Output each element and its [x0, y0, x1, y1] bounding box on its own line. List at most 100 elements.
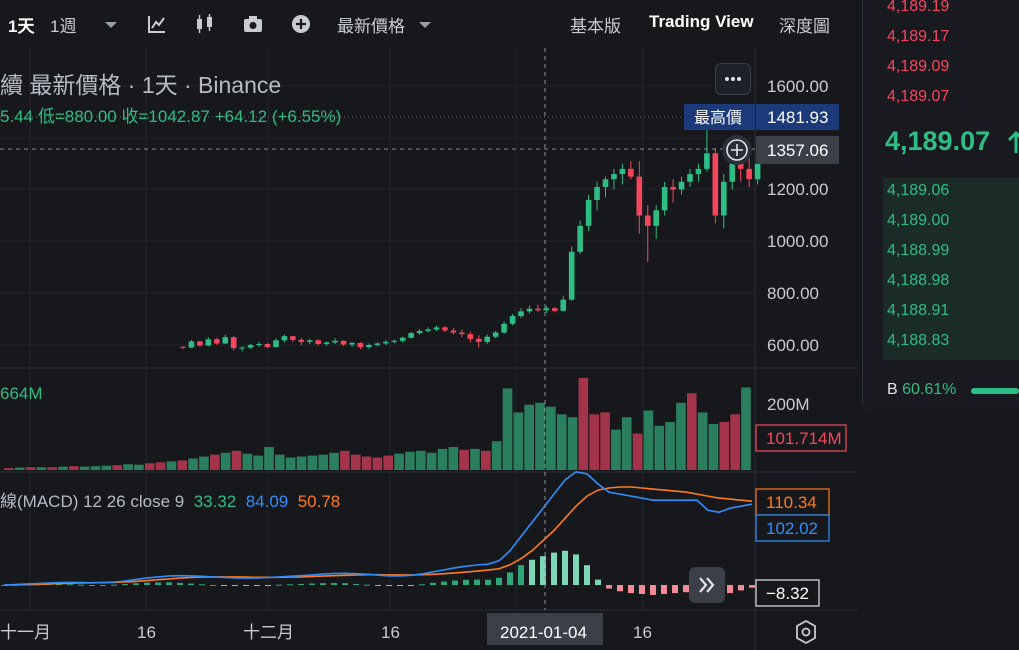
candle-body — [459, 332, 465, 335]
macd-histogram-bar — [507, 572, 513, 585]
candle-body — [374, 343, 381, 345]
ask-price-4[interactable]: 4,189.07 — [887, 88, 949, 106]
volume-legend-value: 664M — [0, 384, 43, 403]
volume-bar — [459, 449, 469, 470]
macd-histogram-bar — [221, 585, 227, 586]
ohlc-close-value: 收=1042.87 — [121, 107, 210, 126]
ask-price-1[interactable]: 4,189.19 — [887, 0, 949, 16]
candle-body — [535, 308, 541, 311]
volume-bar — [69, 466, 79, 470]
macd-histogram-bar — [375, 585, 381, 586]
candle-body — [754, 163, 761, 180]
volume-bar — [350, 454, 361, 470]
macd-histogram-bar — [177, 582, 183, 585]
macd-histogram-bar — [738, 585, 744, 591]
macd-histogram-bar — [639, 585, 645, 594]
macd-legend: 線(MACD) 12 26 close 9 33.32 84.09 50.78 — [0, 487, 340, 512]
candle-body — [247, 345, 254, 348]
macd-histogram-bar — [309, 583, 315, 585]
candle-body — [323, 342, 330, 344]
add-alert-button[interactable] — [722, 135, 752, 165]
volume-bar — [589, 414, 600, 470]
volume-bar — [686, 393, 697, 470]
volume-bar — [491, 441, 502, 470]
chart-settings-icon[interactable] — [793, 619, 819, 645]
macd-histogram-bar — [749, 585, 755, 588]
macd-histogram-bar — [518, 565, 524, 585]
candle-body — [552, 308, 558, 311]
bid-price-2[interactable]: 4,189.00 — [887, 212, 949, 230]
macd-histogram-bar — [485, 579, 491, 585]
candle-body — [695, 168, 702, 175]
bid-price-6[interactable]: 4,188.83 — [887, 332, 949, 350]
macd-histogram-bar — [144, 582, 150, 585]
candle-body — [264, 343, 271, 348]
macd-dea-value: 50.78 — [297, 492, 341, 511]
macd-histogram-bar — [342, 583, 348, 585]
macd-histogram-bar — [122, 584, 128, 586]
scroll-to-latest-button[interactable] — [689, 567, 725, 603]
candle-body — [366, 345, 372, 348]
candle-body — [340, 340, 347, 345]
volume-bar — [329, 452, 339, 470]
candle-body — [416, 331, 423, 334]
ohlc-legend: 5.44 低=880.00 收=1042.87 +64.12 (+6.55%) — [0, 102, 341, 127]
chart-panel[interactable]: 1天 1週 最新價格 基本版 Trading View 深度圖 1600.00 1… — [0, 0, 858, 650]
more-options-button[interactable] — [715, 63, 751, 95]
volume-bar — [556, 414, 567, 470]
price-tick-label: 1600.00 — [767, 77, 828, 96]
ohlc-low-value: 低=880.00 — [37, 107, 117, 126]
volume-bar — [307, 455, 318, 470]
macd-histogram-bar — [496, 577, 502, 585]
volume-bar — [470, 448, 480, 470]
macd-histogram-bar — [573, 554, 579, 585]
ohlc-change-value: +64.12 (+6.55%) — [214, 107, 342, 126]
candle-body — [315, 340, 321, 344]
macd-histogram-bar — [265, 585, 271, 586]
candle-body — [214, 339, 220, 344]
ask-price-3[interactable]: 4,189.09 — [887, 58, 949, 76]
bid-price-1[interactable]: 4,189.06 — [887, 182, 949, 200]
volume-bar — [209, 454, 220, 470]
time-tick-label: 16 — [381, 623, 400, 642]
time-tick-label: 16 — [633, 623, 652, 642]
bid-price-3[interactable]: 4,188.99 — [887, 242, 949, 260]
candle-body — [475, 338, 482, 342]
candle-body — [704, 153, 710, 169]
crosshair-price-value: 1357.06 — [767, 141, 828, 160]
volume-bar — [524, 404, 534, 470]
price-tick-label: 800.00 — [767, 284, 819, 303]
volume-bar — [394, 453, 404, 470]
volume-bar — [621, 417, 632, 470]
time-tick-label: 十一月 — [0, 623, 51, 642]
volume-bar — [199, 456, 209, 470]
macd-histogram-bar — [551, 552, 557, 585]
volume-bar — [415, 450, 426, 470]
plus-circle-icon — [726, 139, 748, 161]
macd-histogram-bar — [628, 585, 634, 594]
macd-hist-badge-value: −8.32 — [766, 584, 809, 603]
candle-body — [425, 329, 431, 332]
volume-bar — [220, 452, 231, 470]
volume-bar — [730, 414, 740, 470]
candle-body — [298, 339, 305, 342]
candle-body — [509, 315, 516, 324]
time-axis: 十一月 16 十二月 16 16 2021-01-04 — [0, 613, 652, 645]
volume-bar — [14, 467, 25, 470]
macd-dif-value: 84.09 — [245, 492, 289, 511]
candle-body — [450, 330, 457, 333]
macd-histogram-bar — [67, 584, 73, 586]
volume-bar — [188, 458, 198, 470]
bid-price-5[interactable]: 4,188.91 — [887, 302, 949, 320]
macd-histogram-bar — [661, 585, 667, 594]
volume-bar — [112, 465, 123, 470]
candle-body — [357, 342, 364, 348]
bid-price-4[interactable]: 4,188.98 — [887, 272, 949, 290]
volume-bar — [654, 425, 665, 470]
candle-body — [197, 341, 203, 346]
volume-bar — [166, 461, 177, 470]
volume-bar — [47, 467, 58, 470]
ask-price-2[interactable]: 4,189.17 — [887, 28, 949, 46]
volume-bar — [676, 402, 686, 470]
candle-body — [180, 346, 186, 348]
